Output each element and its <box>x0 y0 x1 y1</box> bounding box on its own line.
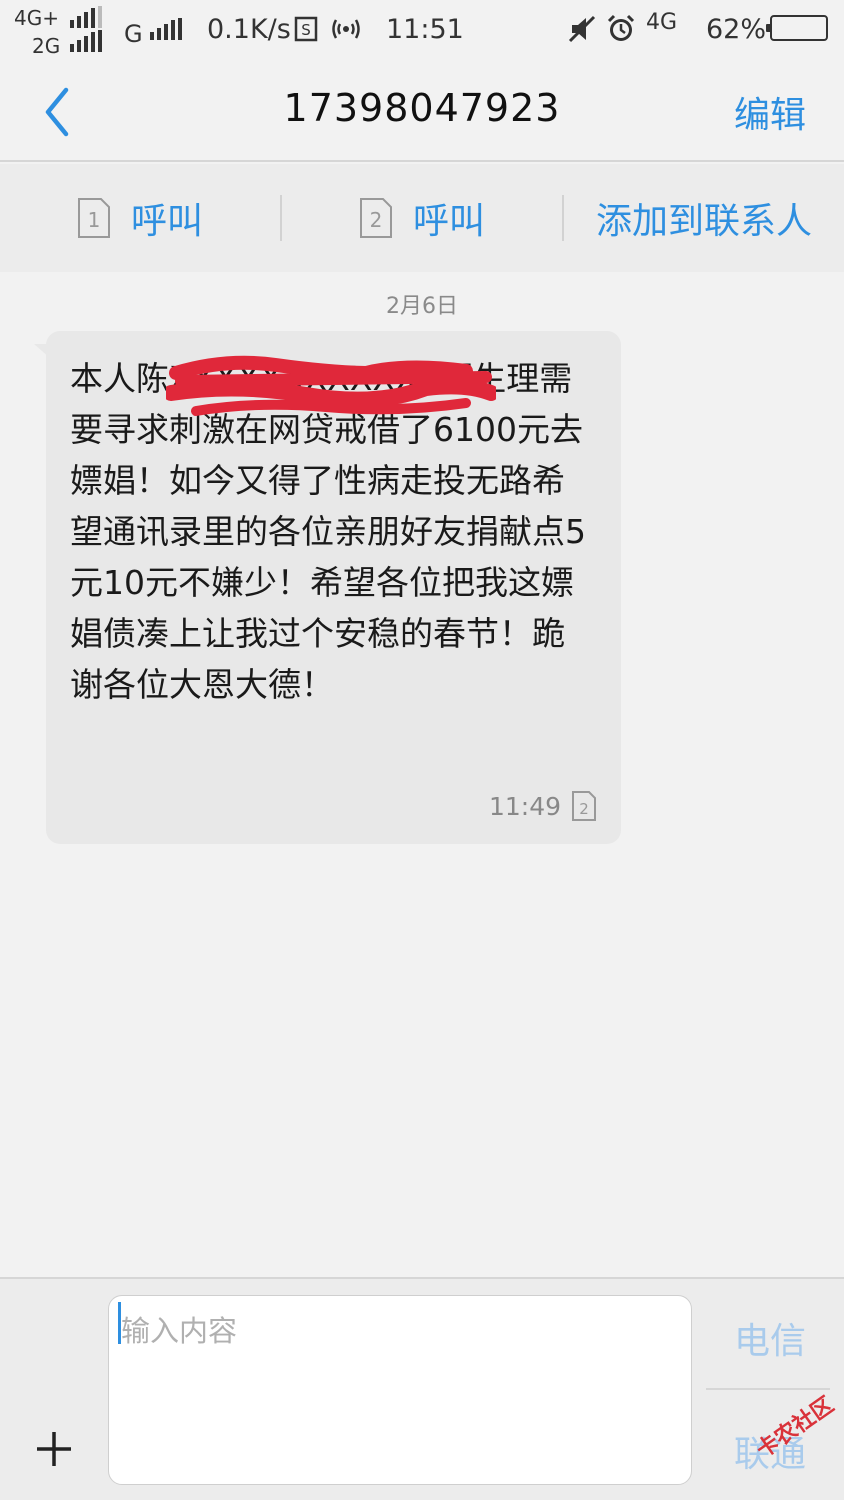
network-type-4g: 4G <box>646 10 678 35</box>
message-date: 2月6日 <box>386 294 458 319</box>
text-caret <box>118 1302 121 1344</box>
signal-icon-g <box>150 18 182 40</box>
edit-button[interactable]: 编辑 <box>734 86 806 138</box>
add-to-contacts-label: 添加到联系人 <box>595 201 812 242</box>
sim1-icon: 1 <box>77 198 110 238</box>
sim2-small-icon: 2 <box>572 791 596 821</box>
svg-text:2: 2 <box>579 800 589 818</box>
message-bubble[interactable]: 本人陈XXXXXXXXXXXX因生理需要寻求刺激在网贷戒借了6100元去嫖娼！如… <box>46 331 621 844</box>
svg-text:1: 1 <box>88 208 101 232</box>
redaction-scribble <box>166 355 496 416</box>
network-type-g: G <box>124 20 143 48</box>
call-sim1-button[interactable]: 1 呼叫 <box>0 164 280 272</box>
status-bar: 4G+ 2G G 0.1K/s S 11:51 4G 62% <box>0 0 844 62</box>
network-type-sim1: 4G+ <box>14 6 59 30</box>
network-type-sim2: 2G <box>32 34 61 58</box>
storage-icon: S <box>294 16 318 49</box>
action-bar: 1 呼叫 2 呼叫 添加到联系人 <box>0 164 844 272</box>
attach-button[interactable] <box>34 1429 74 1469</box>
contact-number: 17398047923 <box>283 86 561 130</box>
battery-icon <box>766 15 828 41</box>
sim2-icon: 2 <box>359 198 392 238</box>
signal-icon-sim1 <box>70 6 102 28</box>
call-sim2-button[interactable]: 2 呼叫 <box>282 164 562 272</box>
alarm-icon <box>606 14 636 51</box>
net-speed: 0.1K/s <box>207 14 291 45</box>
signal-icon-sim2 <box>70 30 102 52</box>
message-input-box[interactable] <box>108 1295 692 1485</box>
mute-icon <box>568 14 596 51</box>
conversation-header: 17398047923 编辑 <box>0 62 844 162</box>
call-sim2-label: 呼叫 <box>412 201 485 242</box>
status-time: 11:51 <box>386 14 464 45</box>
svg-text:2: 2 <box>370 208 383 232</box>
svg-text:S: S <box>301 21 311 39</box>
send-sim1-button[interactable]: 电信 <box>734 1312 806 1364</box>
battery-percent: 62% <box>706 14 767 45</box>
message-time: 11:49 <box>488 791 561 821</box>
call-sim1-label: 呼叫 <box>130 201 203 242</box>
message-meta: 11:49 2 <box>489 790 597 822</box>
send-divider <box>706 1388 830 1390</box>
hotspot-icon <box>330 16 362 49</box>
plus-icon <box>37 1432 71 1466</box>
add-to-contacts-button[interactable]: 添加到联系人 <box>564 164 844 272</box>
message-input[interactable] <box>109 1296 691 1484</box>
